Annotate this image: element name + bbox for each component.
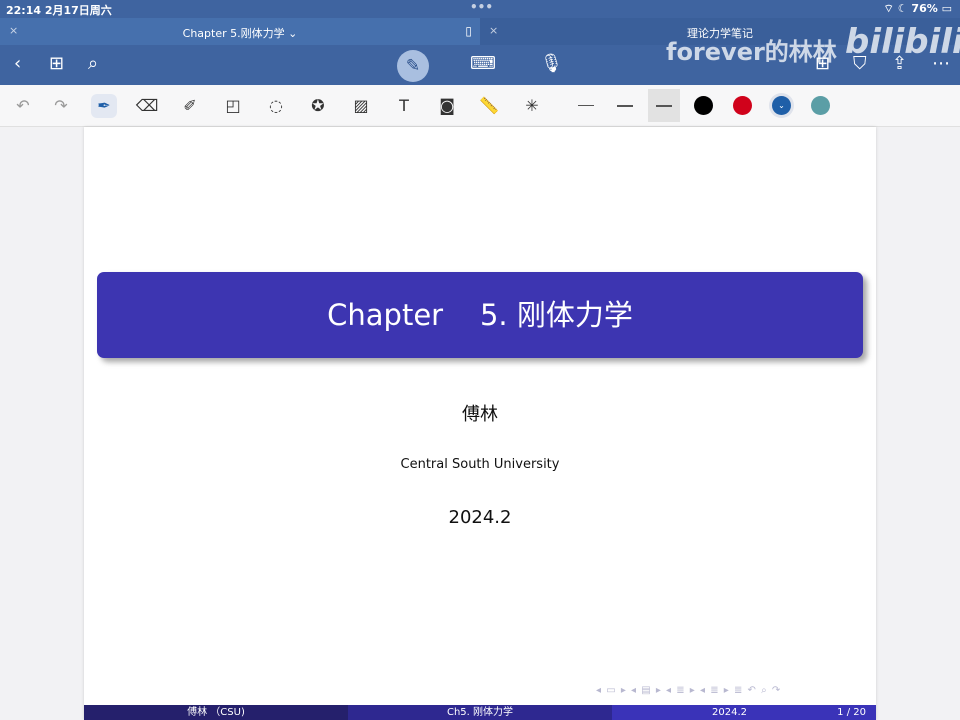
shapes-icon[interactable]: ◰ [220,94,246,118]
pen-mode-button[interactable]: ✎ [397,50,429,82]
bilibili-logo: bilibili [845,22,960,62]
color-teal[interactable] [811,96,830,115]
tab-chapter5[interactable]: × Chapter 5.刚体力学 ⌄ ▯ [0,18,480,45]
status-right: ⌔ ☾ 76% ▭ [883,2,952,15]
camera-icon[interactable]: ◙ [434,94,460,118]
search-icon[interactable]: ⌕ [88,53,98,74]
microphone-icon[interactable]: 🎙 [540,53,563,74]
highlighter-icon[interactable]: ✐ [177,94,203,118]
status-time: 22:14 2月17日周六 [6,4,112,17]
slide-institute: Central South University [400,457,560,472]
undo-icon[interactable]: ↶ [10,94,36,118]
thick-line-option[interactable] [656,105,672,107]
image-icon[interactable]: ▨ [348,94,374,118]
ruler-icon[interactable]: 📏 [476,94,502,118]
footer-page: 1 / 20 [837,707,866,718]
color-blue-selected[interactable]: ⌄ [772,96,791,115]
status-bar: 22:14 2月17日周六 ••• ⌔ ☾ 76% ▭ [0,0,960,18]
multitask-dots[interactable]: ••• [470,0,493,14]
text-icon[interactable]: T [391,94,417,118]
app-header: 22:14 2月17日周六 ••• ⌔ ☾ 76% ▭ × Chapter 5.… [0,0,960,85]
pen-tool-icon[interactable]: ✒ [91,94,117,118]
beamer-navigation[interactable]: ◂ ▭ ▸ ◂ ▤ ▸ ◂ ≣ ▸ ◂ ≣ ▸ ≣ ↶ ⌕ ↷ [596,685,781,696]
sticker-icon[interactable]: ✪ [305,94,331,118]
lasso-icon[interactable]: ◌ [263,94,289,118]
laser-pointer-icon[interactable]: ✳ [519,94,545,118]
split-view-icon[interactable]: ▯ [465,24,472,38]
color-red[interactable] [733,96,752,115]
color-black[interactable] [694,96,713,115]
battery-level: 76% [911,2,938,15]
drawing-toolbar: ↶ ↷ ✒ ⌫ ✐ ◰ ◌ ✪ ▨ T ◙ 📏 ✳ ⌄ [0,85,960,127]
back-icon[interactable]: ‹ [14,53,21,74]
thin-line-option[interactable] [578,105,594,106]
footer-title: Ch5. 刚体力学 [348,705,612,720]
medium-line-option[interactable] [617,105,633,107]
watermark-text: forever的林林 [666,38,837,66]
redo-icon[interactable]: ↷ [48,94,74,118]
grid-icon[interactable]: ⊞ [49,53,64,74]
footer-author: 傅林 （CSU) [84,705,348,720]
slide-date: 2024.2 [448,507,512,528]
slide-author: 傅林 [462,404,498,425]
footer-right: 2024.2 1 / 20 [612,705,876,720]
eraser-icon[interactable]: ⌫ [134,94,160,118]
slide-title: Chapter 5. 刚体力学 [97,272,863,358]
tab-label[interactable]: Chapter 5.刚体力学 ⌄ [0,25,480,41]
slide-page: Chapter 5. 刚体力学 傅林 Central South Univers… [84,127,876,720]
keyboard-icon[interactable]: ⌨ [470,53,496,74]
footer-date: 2024.2 [712,707,747,718]
